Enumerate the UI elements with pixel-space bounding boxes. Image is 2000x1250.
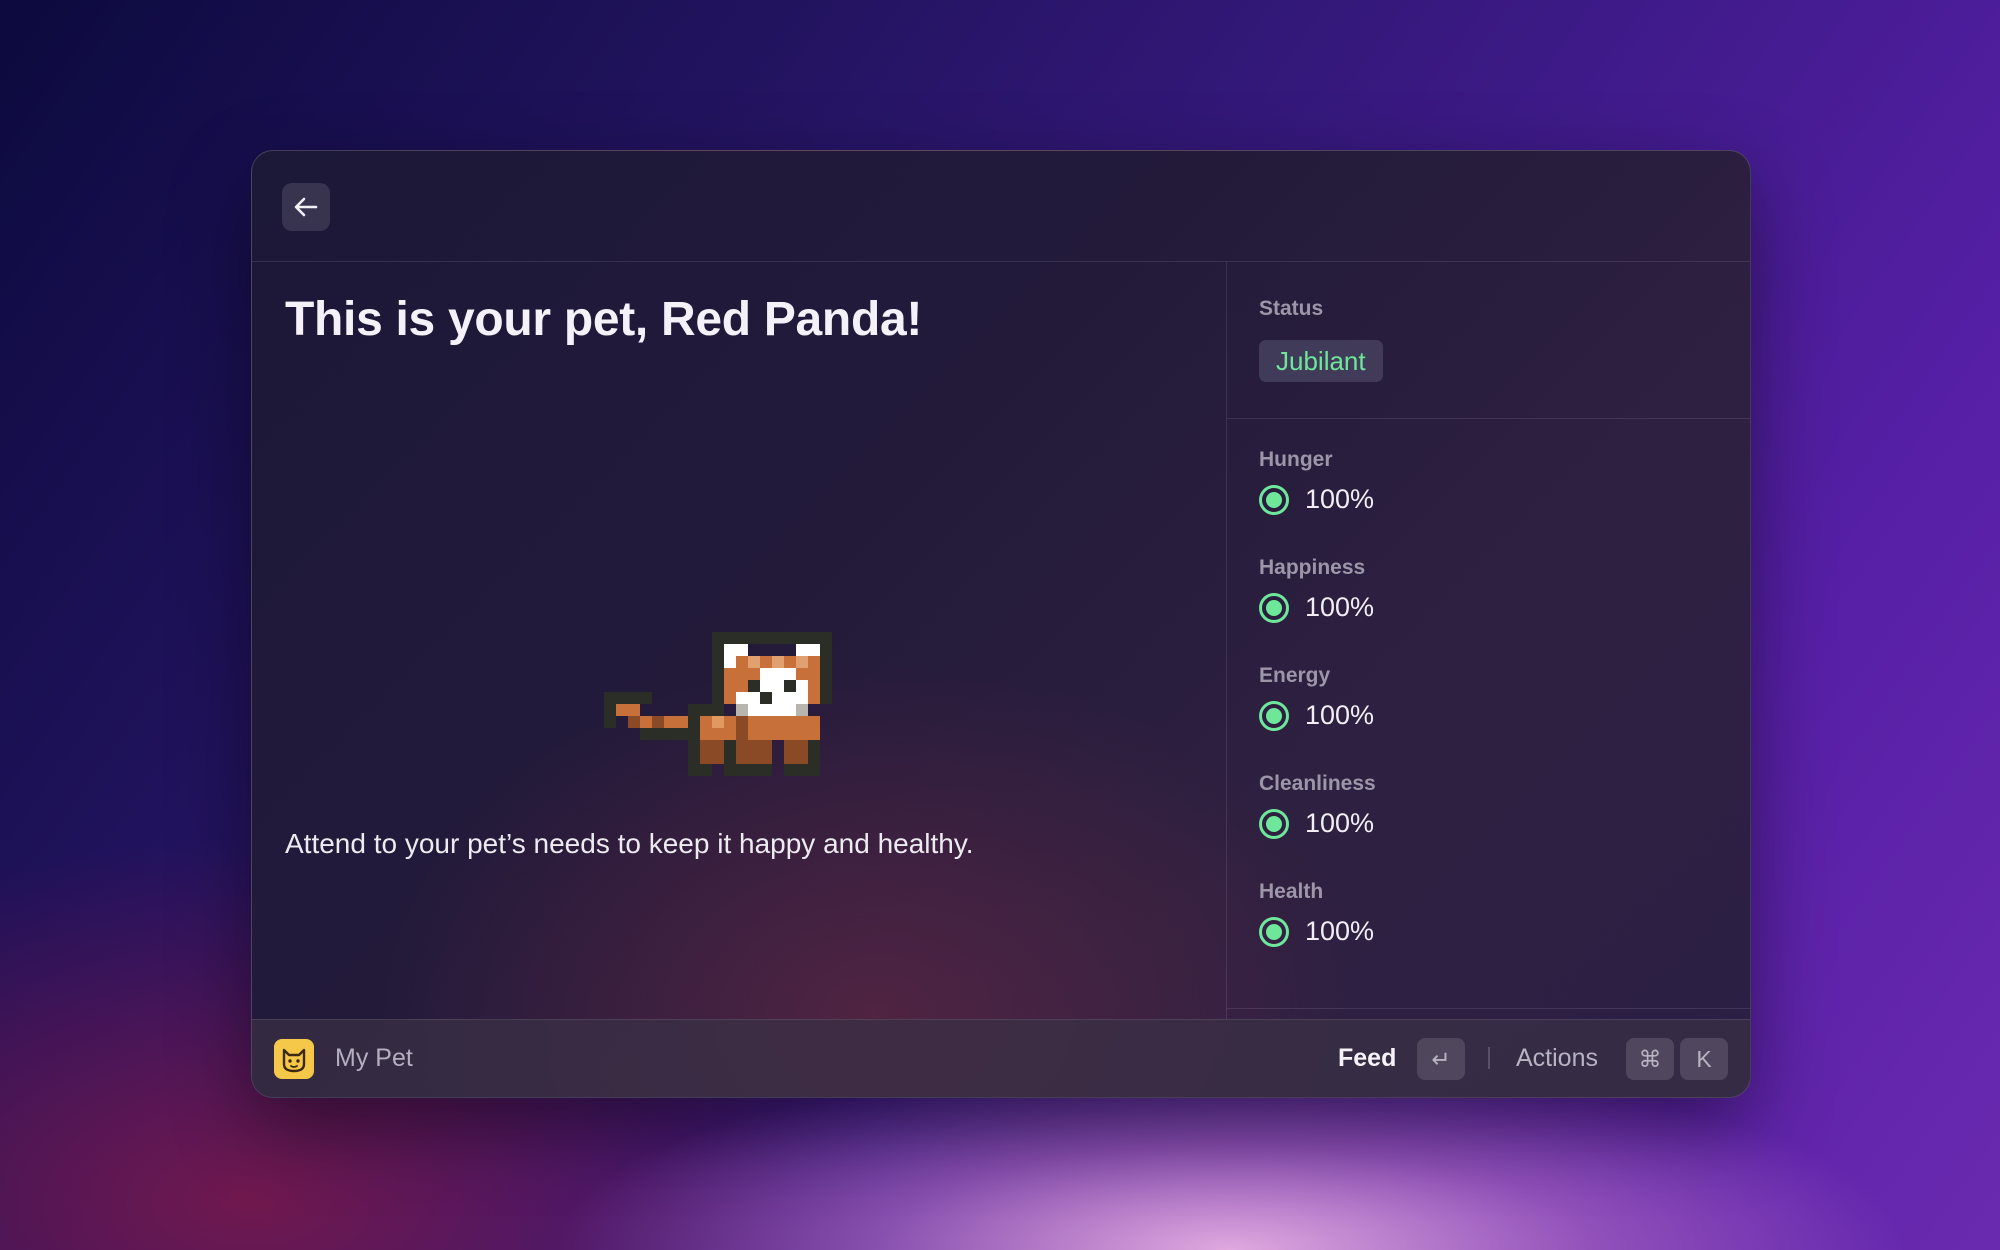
- feed-action-button[interactable]: Feed: [1338, 1044, 1396, 1073]
- stat-label: Happiness: [1259, 556, 1366, 579]
- stat-value: 100%: [1305, 808, 1375, 838]
- stat-label: Energy: [1259, 664, 1331, 687]
- detail-content: This is your pet, Red Panda! Attend to y…: [252, 262, 1226, 1020]
- top-bar: [252, 151, 1750, 262]
- status-section: Status Jubilant: [1227, 262, 1750, 419]
- stat-label: Cleanliness: [1259, 772, 1376, 795]
- divider: [1227, 1008, 1750, 1009]
- cat-icon: [274, 1039, 314, 1079]
- status-badge: Jubilant: [1259, 340, 1383, 382]
- stat-label: Hunger: [1259, 448, 1333, 471]
- enter-key-hint[interactable]: ↵: [1417, 1038, 1465, 1080]
- k-key-hint[interactable]: K: [1680, 1038, 1728, 1080]
- stat-energy: Energy 100%: [1259, 664, 1719, 772]
- description-text: Attend to your pet’s needs to keep it ha…: [285, 828, 974, 859]
- actions-button[interactable]: Actions: [1516, 1044, 1598, 1073]
- stats-list: Hunger 100% Happiness 100% Energy 100% C…: [1259, 448, 1719, 988]
- red-panda-sprite: [604, 632, 832, 776]
- stat-value: 100%: [1305, 700, 1375, 730]
- stat-value: 100%: [1305, 592, 1375, 622]
- footer-separator: [1488, 1047, 1490, 1069]
- app-name: My Pet: [335, 1044, 413, 1072]
- stat-value: 100%: [1305, 484, 1375, 514]
- stat-happiness: Happiness 100%: [1259, 556, 1719, 664]
- action-bar: My Pet Feed ↵ Actions ⌘ K: [252, 1019, 1750, 1097]
- status-label: Status: [1259, 297, 1324, 320]
- stat-health: Health 100%: [1259, 880, 1719, 988]
- status-dot-icon: [1259, 592, 1289, 623]
- metadata-panel: Status Jubilant Hunger 100% Happiness 10…: [1226, 262, 1750, 1020]
- status-dot-icon: [1259, 808, 1289, 839]
- status-dot-icon: [1259, 484, 1289, 515]
- stat-label: Health: [1259, 880, 1324, 903]
- stat-cleanliness: Cleanliness 100%: [1259, 772, 1719, 880]
- stat-hunger: Hunger 100%: [1259, 448, 1719, 556]
- arrow-left-icon: [294, 197, 318, 217]
- status-dot-icon: [1259, 700, 1289, 731]
- cmd-key-hint[interactable]: ⌘: [1626, 1038, 1674, 1080]
- status-dot-icon: [1259, 916, 1289, 947]
- back-button[interactable]: [282, 183, 330, 231]
- page-title: This is your pet, Red Panda!: [285, 293, 923, 346]
- extension-window: This is your pet, Red Panda! Attend to y…: [251, 150, 1751, 1098]
- stat-value: 100%: [1305, 916, 1375, 946]
